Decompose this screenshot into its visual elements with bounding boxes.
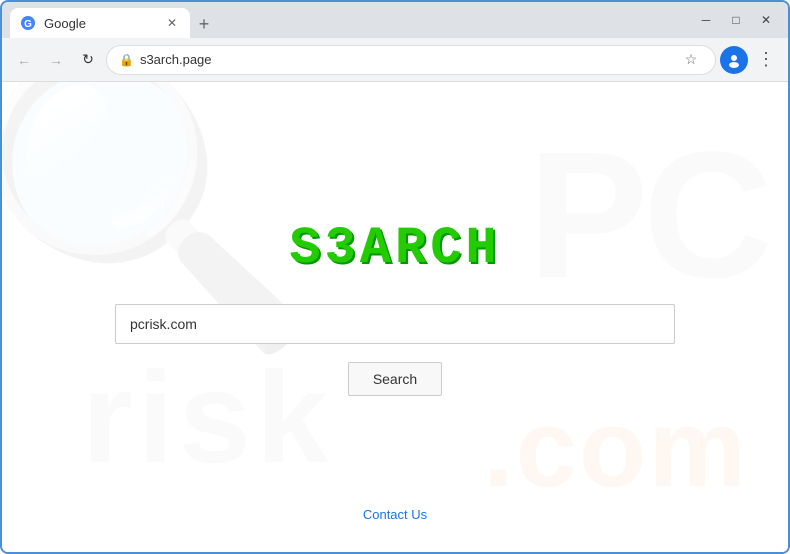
search-input-wrapper xyxy=(95,304,695,344)
watermark-com: .com xyxy=(483,385,748,512)
tab-title: Google xyxy=(44,16,156,31)
minimize-button[interactable]: ─ xyxy=(692,6,720,34)
tab-area: G Google ✕ + xyxy=(10,2,692,38)
search-input[interactable] xyxy=(115,304,675,344)
forward-button[interactable]: → xyxy=(42,46,70,74)
contact-us-link[interactable]: Contact Us xyxy=(363,507,427,522)
lock-icon: 🔒 xyxy=(119,53,134,67)
new-tab-button[interactable]: + xyxy=(190,10,218,38)
logo-area: S3ARCH xyxy=(289,219,500,278)
url-bar[interactable]: 🔒 s3arch.page ☆ xyxy=(106,45,716,75)
title-bar: G Google ✕ + ─ □ ✕ xyxy=(2,2,788,38)
search-container: S3ARCH Search xyxy=(95,219,695,396)
url-text: s3arch.page xyxy=(140,52,673,67)
active-tab[interactable]: G Google ✕ xyxy=(10,8,190,38)
svg-text:G: G xyxy=(24,19,32,30)
bookmark-icon[interactable]: ☆ xyxy=(679,48,703,72)
refresh-button[interactable]: ↻ xyxy=(74,46,102,74)
browser-menu-button[interactable]: ⋮ xyxy=(752,46,780,74)
close-button[interactable]: ✕ xyxy=(752,6,780,34)
search-button[interactable]: Search xyxy=(348,362,442,396)
profile-button[interactable] xyxy=(720,46,748,74)
address-bar: ← → ↻ 🔒 s3arch.page ☆ ⋮ xyxy=(2,38,788,82)
tab-close-button[interactable]: ✕ xyxy=(164,15,180,31)
page-content: 🔍 PC risk .com S3ARCH Search Contact Us xyxy=(2,82,788,552)
site-logo: S3ARCH xyxy=(289,219,500,278)
profile-icon xyxy=(726,52,742,68)
back-button[interactable]: ← xyxy=(10,46,38,74)
window-controls: ─ □ ✕ xyxy=(692,6,780,34)
browser-window: G Google ✕ + ─ □ ✕ ← → ↻ 🔒 s3arch.page ☆ xyxy=(0,0,790,554)
tab-favicon: G xyxy=(20,15,36,31)
maximize-button[interactable]: □ xyxy=(722,6,750,34)
